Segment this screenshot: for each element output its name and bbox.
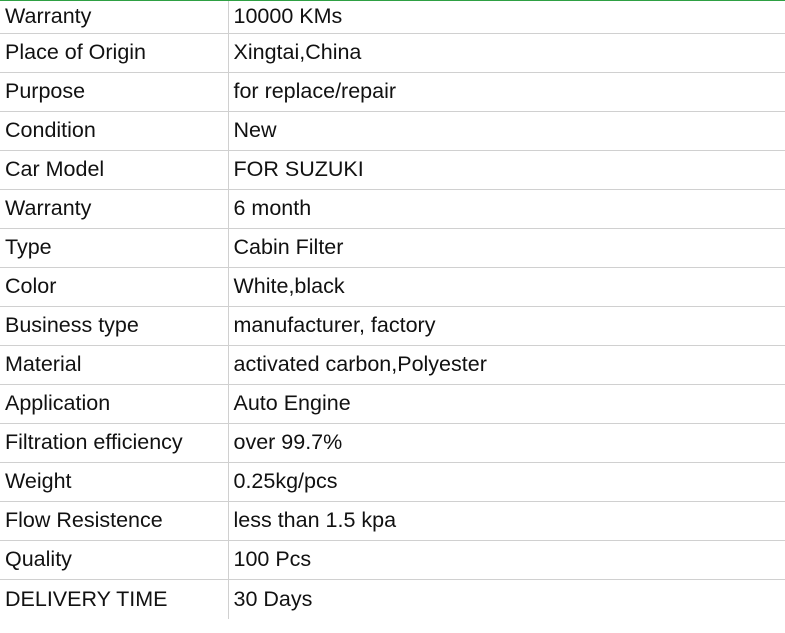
table-row: Material activated carbon,Polyester	[0, 345, 785, 385]
spec-label-cell[interactable]: Flow Resistence	[0, 501, 229, 541]
table-row: Place of Origin Xingtai,China	[0, 33, 785, 73]
table-row: Quality 100 Pcs	[0, 540, 785, 580]
spec-label-cell[interactable]: Car Model	[0, 150, 229, 190]
spec-value-cell[interactable]: less than 1.5 kpa	[228, 501, 785, 541]
spec-value-cell[interactable]: White,black	[228, 267, 785, 307]
spec-label-cell[interactable]: Filtration efficiency	[0, 423, 229, 463]
table-row: Purpose for replace/repair	[0, 72, 785, 112]
spec-label-cell[interactable]: Place of Origin	[0, 33, 229, 73]
spec-label-cell[interactable]: Color	[0, 267, 229, 307]
table-row: Type Cabin Filter	[0, 228, 785, 268]
spec-label-cell[interactable]: Type	[0, 228, 229, 268]
table-row: Flow Resistence less than 1.5 kpa	[0, 501, 785, 541]
spec-value-cell[interactable]: over 99.7%	[228, 423, 785, 463]
spec-value-cell[interactable]: New	[228, 111, 785, 151]
spec-label-cell[interactable]: Warranty	[0, 1, 229, 34]
spec-value-cell[interactable]: manufacturer, factory	[228, 306, 785, 346]
table-row: Filtration efficiency over 99.7%	[0, 423, 785, 463]
spec-label-cell[interactable]: Purpose	[0, 72, 229, 112]
spec-value-cell[interactable]: 0.25kg/pcs	[228, 462, 785, 502]
spec-value-cell[interactable]: 30 Days	[228, 579, 785, 619]
spec-value-cell[interactable]: 6 month	[228, 189, 785, 229]
table-row: DELIVERY TIME 30 Days	[0, 579, 785, 619]
table-row: Weight 0.25kg/pcs	[0, 462, 785, 502]
spec-label-cell[interactable]: Business type	[0, 306, 229, 346]
spec-label-cell[interactable]: Quality	[0, 540, 229, 580]
table-row: Warranty 6 month	[0, 189, 785, 229]
spec-value-cell[interactable]: for replace/repair	[228, 72, 785, 112]
spec-value-cell[interactable]: Cabin Filter	[228, 228, 785, 268]
table-row: Warranty 10000 KMs	[0, 1, 785, 34]
table-row: Color White,black	[0, 267, 785, 307]
spec-value-cell[interactable]: 10000 KMs	[228, 1, 785, 34]
spec-label-cell[interactable]: Material	[0, 345, 229, 385]
table-row: Car Model FOR SUZUKI	[0, 150, 785, 190]
table-row: Business type manufacturer, factory	[0, 306, 785, 346]
spec-label-cell[interactable]: Weight	[0, 462, 229, 502]
spec-value-cell[interactable]: 100 Pcs	[228, 540, 785, 580]
table-row: Condition New	[0, 111, 785, 151]
spec-label-cell[interactable]: Application	[0, 384, 229, 424]
spec-table: Warranty 10000 KMs Place of Origin Xingt…	[0, 1, 785, 619]
spec-value-cell[interactable]: Xingtai,China	[228, 33, 785, 73]
spec-value-cell[interactable]: Auto Engine	[228, 384, 785, 424]
spec-label-cell[interactable]: Warranty	[0, 189, 229, 229]
table-row: Application Auto Engine	[0, 384, 785, 424]
spec-value-cell[interactable]: FOR SUZUKI	[228, 150, 785, 190]
spec-value-cell[interactable]: activated carbon,Polyester	[228, 345, 785, 385]
spec-label-cell[interactable]: DELIVERY TIME	[0, 579, 229, 619]
spreadsheet-sheet: Warranty 10000 KMs Place of Origin Xingt…	[0, 0, 785, 633]
spec-label-cell[interactable]: Condition	[0, 111, 229, 151]
